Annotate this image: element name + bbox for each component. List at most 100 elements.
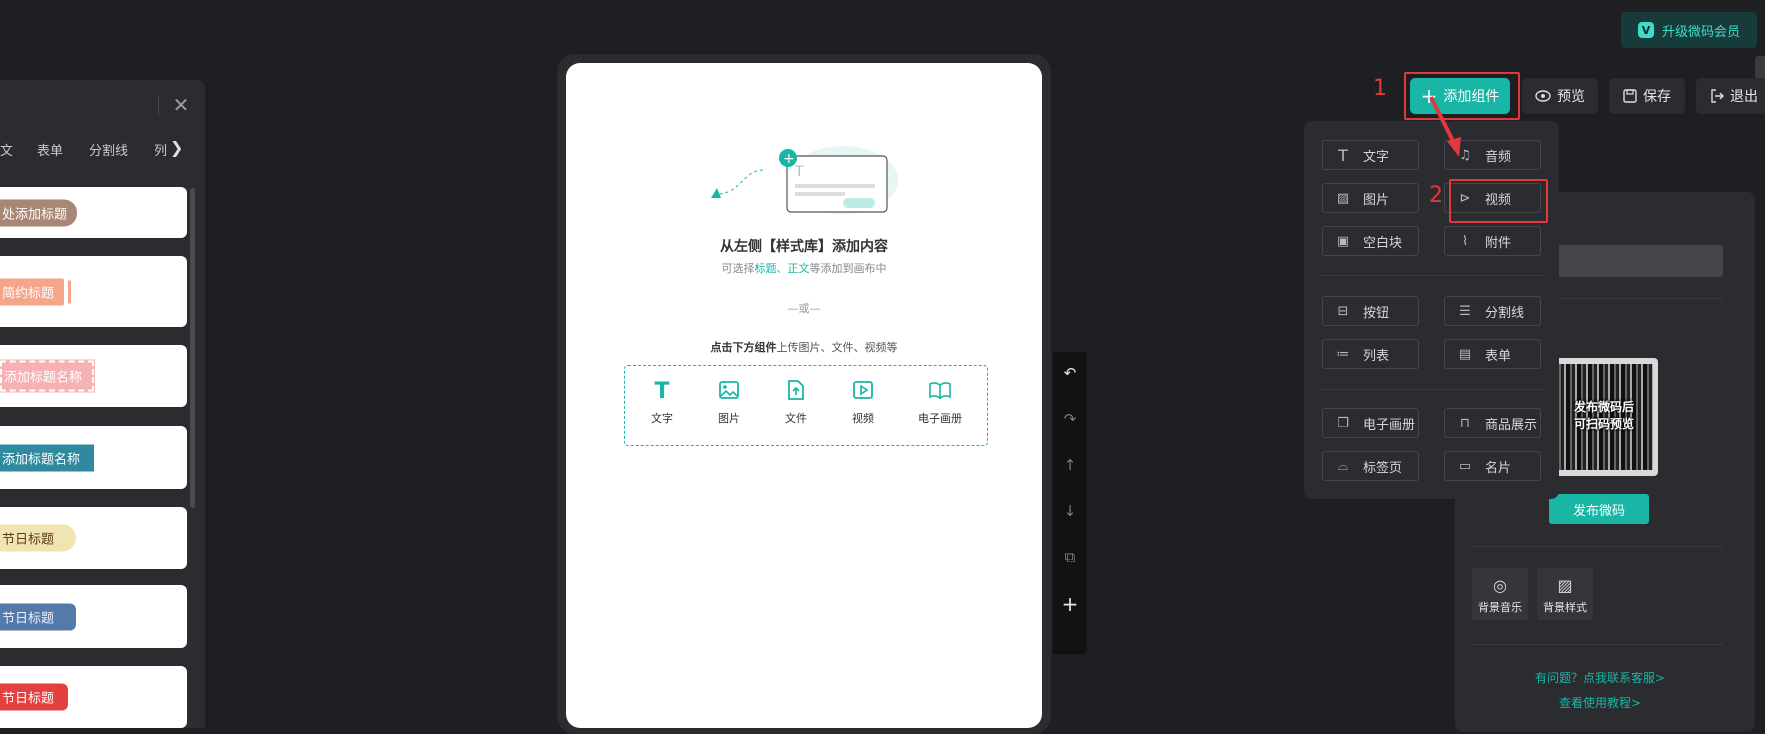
dropdown-item-label: 图片 bbox=[1363, 192, 1390, 208]
style-card[interactable]: 添加标题名称 bbox=[0, 345, 187, 407]
dropdown-item-label: 分割线 bbox=[1485, 305, 1525, 321]
quick-add-album[interactable]: 电子画册 bbox=[910, 380, 970, 426]
canvas-side-toolbar: ↶ ↷ ↑ ↓ ⧉ + bbox=[1053, 352, 1087, 654]
tab-list[interactable]: 列 bbox=[154, 140, 167, 159]
style-card[interactable]: 节日标题 bbox=[0, 507, 187, 569]
divider-icon: ☰ bbox=[1459, 303, 1471, 319]
dropdown-item-image[interactable]: ▨ 图片 bbox=[1322, 183, 1419, 213]
form-icon: ▤ bbox=[1458, 346, 1472, 362]
background-music-label: 背景音乐 bbox=[1478, 601, 1522, 614]
tutorial-link[interactable]: 查看使用教程> bbox=[1455, 694, 1745, 711]
style-card[interactable]: 简约标题 bbox=[0, 256, 187, 327]
dropdown-item-album[interactable]: ❐ 电子画册 bbox=[1322, 408, 1419, 438]
dropdown-item-label: 文字 bbox=[1363, 149, 1390, 165]
upgrade-member-button[interactable]: V 升级微码会员 bbox=[1621, 12, 1757, 48]
settings-input[interactable] bbox=[1555, 245, 1723, 277]
subtitle-link-title[interactable]: 标题 bbox=[755, 262, 777, 275]
book-icon bbox=[910, 380, 970, 404]
qr-text-line1: 发布微码后 bbox=[1573, 400, 1634, 414]
dropdown-divider bbox=[1318, 275, 1544, 276]
quick-add-file[interactable]: 文件 bbox=[766, 380, 826, 426]
upgrade-label: 升级微码会员 bbox=[1661, 24, 1740, 40]
button-icon: ⊟ bbox=[1337, 303, 1349, 319]
background-style-button[interactable]: ▨ 背景样式 bbox=[1537, 568, 1593, 620]
annotation-arrow-icon bbox=[1429, 96, 1461, 157]
style-card-title: 简约标题 bbox=[0, 278, 65, 305]
contact-support-link[interactable]: 有问题？点我联系客服> bbox=[1455, 669, 1745, 686]
preview-label: 预览 bbox=[1557, 89, 1585, 105]
svg-text:T: T bbox=[794, 164, 804, 180]
preview-button[interactable]: 预览 bbox=[1522, 78, 1598, 114]
tabs-icon: ⌓ bbox=[1337, 458, 1349, 474]
dropdown-item-label: 列表 bbox=[1363, 348, 1390, 364]
redo-icon[interactable]: ↷ bbox=[1053, 410, 1087, 428]
dropdown-item-divider[interactable]: ☰ 分割线 bbox=[1444, 296, 1541, 326]
eye-icon bbox=[1535, 90, 1551, 102]
dropdown-item-product[interactable]: ⊓ 商品展示 bbox=[1444, 408, 1541, 438]
publish-button[interactable]: 发布微码 bbox=[1549, 494, 1649, 524]
save-button[interactable]: 保存 bbox=[1609, 78, 1685, 114]
dropdown-item-tabs[interactable]: ⌓ 标签页 bbox=[1322, 451, 1419, 481]
dropdown-item-blank-block[interactable]: ▣ 空白块 bbox=[1322, 226, 1419, 256]
copy-icon[interactable]: ⧉ bbox=[1053, 548, 1087, 566]
quick-add-text[interactable]: T 文字 bbox=[632, 380, 692, 426]
add-icon[interactable]: + bbox=[1053, 592, 1087, 616]
empty-state-illustration-icon: T + bbox=[711, 146, 898, 214]
music-disc-icon: ◎ bbox=[1493, 576, 1507, 595]
video-icon bbox=[833, 380, 893, 404]
pattern-icon: ▨ bbox=[1557, 576, 1573, 595]
hint-rest: 上传图片、文件、视频等 bbox=[776, 341, 898, 354]
style-library-scrollbar[interactable] bbox=[190, 188, 195, 508]
svg-text:+: + bbox=[783, 151, 795, 167]
text-icon: T bbox=[1338, 145, 1348, 165]
quick-add-video[interactable]: 视频 bbox=[833, 380, 893, 426]
image-icon: ▨ bbox=[1336, 190, 1350, 206]
quick-add-label: 视频 bbox=[852, 412, 874, 425]
style-card[interactable]: 节日标题 bbox=[0, 585, 187, 648]
tab-text[interactable]: 文 bbox=[0, 140, 13, 159]
panel-divider bbox=[1471, 546, 1723, 547]
dropdown-item-attachment[interactable]: ⌇ 附件 bbox=[1444, 226, 1541, 256]
style-card-title: 节日标题 bbox=[0, 524, 77, 552]
move-down-icon[interactable]: ↓ bbox=[1053, 502, 1087, 520]
annotation-highlight-video bbox=[1449, 179, 1548, 223]
style-card[interactable]: 添加标题名称 bbox=[0, 426, 187, 489]
style-library-tabs: 文 表单 分割线 列 bbox=[0, 140, 193, 159]
style-card-title: 处添加标题 bbox=[0, 199, 78, 226]
qr-text-line2: 可扫码预览 bbox=[1573, 417, 1634, 431]
image-icon bbox=[699, 380, 759, 404]
dropdown-item-business-card[interactable]: ▭ 名片 bbox=[1444, 451, 1541, 481]
subtitle-separator: 、 bbox=[776, 262, 788, 275]
dropdown-divider bbox=[1318, 389, 1544, 390]
close-icon[interactable]: ✕ bbox=[172, 95, 190, 115]
move-up-icon[interactable]: ↑ bbox=[1053, 456, 1087, 474]
undo-icon[interactable]: ↶ bbox=[1053, 364, 1087, 382]
dropdown-item-button[interactable]: ⊟ 按钮 bbox=[1322, 296, 1419, 326]
style-card[interactable]: 节日标题 bbox=[0, 666, 187, 728]
save-icon bbox=[1623, 89, 1637, 103]
dropdown-item-list[interactable]: ≔ 列表 bbox=[1322, 339, 1419, 369]
exit-button[interactable]: 退出 bbox=[1696, 78, 1765, 114]
tab-form[interactable]: 表单 bbox=[37, 140, 63, 159]
paperclip-icon: ⌇ bbox=[1461, 233, 1469, 249]
tab-divider[interactable]: 分割线 bbox=[89, 140, 128, 159]
style-card-title: 节日标题 bbox=[0, 603, 77, 630]
annotation-step-1: 1 bbox=[1373, 76, 1387, 101]
quick-add-image[interactable]: 图片 bbox=[699, 380, 759, 426]
list-icon: ≔ bbox=[1336, 346, 1350, 362]
or-divider: —或— bbox=[787, 302, 821, 315]
style-card-title: 添加标题名称 bbox=[0, 359, 96, 393]
chevron-right-icon[interactable]: ❯ bbox=[170, 138, 183, 157]
style-card[interactable]: 处添加标题 bbox=[0, 187, 187, 238]
panel-divider bbox=[1471, 644, 1723, 645]
dropdown-item-form[interactable]: ▤ 表单 bbox=[1444, 339, 1541, 369]
background-music-button[interactable]: ◎ 背景音乐 bbox=[1472, 568, 1528, 620]
annotation-step-2: 2 bbox=[1429, 183, 1443, 208]
dropdown-item-text[interactable]: T 文字 bbox=[1322, 140, 1419, 170]
dropdown-item-label: 商品展示 bbox=[1485, 417, 1538, 433]
blank-block-icon: ▣ bbox=[1336, 233, 1350, 249]
background-style-label: 背景样式 bbox=[1543, 601, 1587, 614]
empty-state-subtitle: 可选择标题、正文等添加到画布中 bbox=[566, 260, 1042, 276]
subtitle-link-body[interactable]: 正文 bbox=[788, 262, 810, 275]
dropdown-item-label: 名片 bbox=[1485, 460, 1512, 476]
